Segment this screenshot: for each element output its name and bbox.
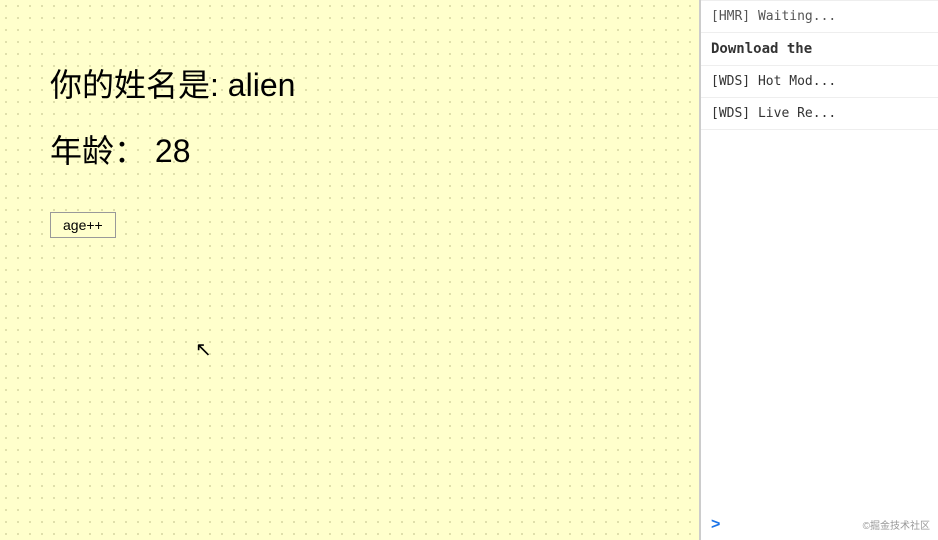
sidebar-item-wds-live: [WDS] Live Re... <box>701 98 938 130</box>
sidebar-panel: [HMR] Waiting... Download the [WDS] Hot … <box>700 0 938 540</box>
name-label: 你的姓名是: <box>50 67 219 103</box>
name-value: alien <box>228 67 296 103</box>
age-display: 年龄： 28 <box>50 126 649 172</box>
content-block: 你的姓名是: alien 年龄： 28 age++ <box>0 0 699 298</box>
main-content-area: 你的姓名是: alien 年龄： 28 age++ ↖ <box>0 0 700 540</box>
sidebar-item-wds-hot: [WDS] Hot Mod... <box>701 66 938 98</box>
footer-text: ©掘金技术社区 <box>863 517 930 532</box>
name-display: 你的姓名是: alien <box>50 60 649 106</box>
cursor-indicator: ↖ <box>195 340 212 361</box>
age-label: 年龄： <box>50 133 146 169</box>
sidebar-item-download: Download the <box>701 33 938 66</box>
age-increment-button[interactable]: age++ <box>50 212 116 238</box>
chevron-icon: > <box>711 516 720 533</box>
age-value: 28 <box>155 133 191 169</box>
sidebar-log-list: [HMR] Waiting... Download the [WDS] Hot … <box>701 0 938 510</box>
sidebar-item-hmr: [HMR] Waiting... <box>701 0 938 33</box>
